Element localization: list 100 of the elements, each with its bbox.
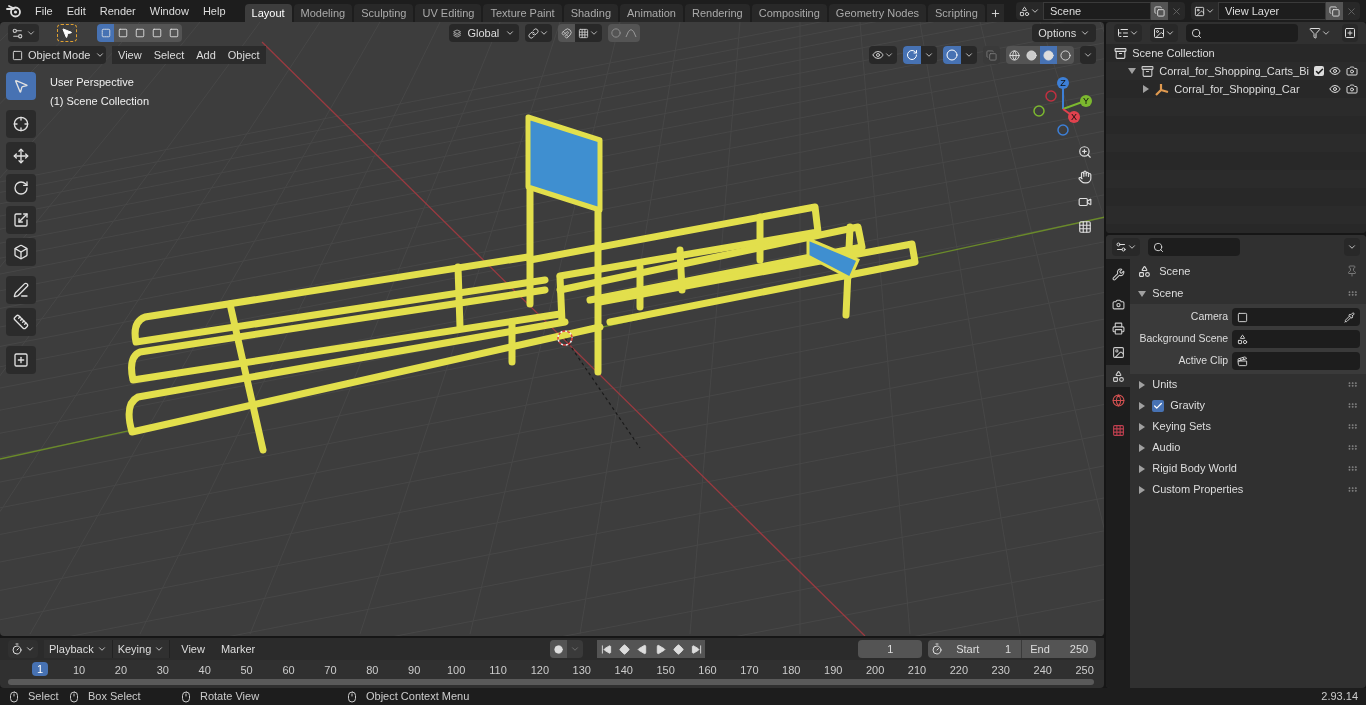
menu-item[interactable]: File [28, 2, 60, 20]
pin-icon[interactable] [1346, 265, 1358, 277]
search-field[interactable] [1148, 238, 1241, 256]
new-view-layer-button[interactable] [1326, 2, 1343, 20]
panel-header[interactable]: Rigid Body World [1152, 460, 1341, 477]
eyedropper-icon[interactable] [1344, 311, 1355, 323]
selection-mode-button[interactable] [165, 24, 182, 42]
mode-dropdown[interactable]: Object Mode [8, 46, 106, 64]
outliner-item[interactable]: Scene Collection [1132, 44, 1358, 62]
workspace-tab[interactable]: Texture Paint [483, 4, 562, 22]
shading-mode-button[interactable] [1057, 46, 1075, 64]
header-menu[interactable]: Add [190, 46, 222, 64]
select-tool-button[interactable] [6, 72, 36, 100]
exclude-checkbox[interactable] [1314, 66, 1324, 76]
selection-mode-button[interactable] [97, 24, 114, 42]
shading-mode-button[interactable] [1006, 46, 1024, 64]
previous-keyframe-icon[interactable] [618, 643, 630, 655]
scene-selector-dropdown[interactable] [1016, 2, 1043, 20]
search-field[interactable] [1186, 24, 1298, 42]
preview-range-toggle[interactable] [928, 640, 947, 658]
current-frame-field[interactable]: 1 [858, 640, 923, 658]
options-dropdown[interactable]: Options [1032, 24, 1097, 42]
drag-handle-icon[interactable] [1347, 379, 1358, 390]
overlays-toggle[interactable] [943, 46, 962, 64]
grid-view-icon[interactable] [1078, 220, 1093, 234]
rotate-tool-button[interactable] [6, 174, 36, 202]
editor-type-dropdown[interactable] [8, 640, 38, 658]
workspace-tab[interactable]: Sculpting [354, 4, 414, 22]
play-reverse-icon[interactable] [636, 643, 648, 655]
snap-toggle[interactable] [558, 24, 576, 42]
snap-target-dropdown[interactable] [575, 24, 603, 42]
render-icon[interactable] [1346, 65, 1358, 77]
pan-hand-icon[interactable] [1078, 170, 1093, 184]
transform-tool-button[interactable] [6, 238, 36, 266]
timeline-dropdown[interactable]: Playback [44, 640, 113, 658]
expand-arrow-icon[interactable] [1128, 67, 1137, 75]
data-field[interactable] [1232, 308, 1360, 326]
drag-handle-icon[interactable] [1347, 442, 1358, 453]
view-layer-name-field[interactable]: View Layer [1218, 2, 1326, 20]
workspace-tab[interactable]: Geometry Nodes [828, 4, 926, 22]
start-frame-field[interactable]: Start 1 [946, 640, 1023, 658]
menu-item[interactable]: Render [92, 2, 143, 20]
scene-name-field[interactable]: Scene [1043, 2, 1151, 20]
drag-handle-icon[interactable] [1347, 400, 1358, 411]
add-workspace-icon[interactable] [989, 7, 1001, 19]
cursor-tool-button[interactable] [6, 110, 36, 138]
header-menu[interactable]: View [112, 46, 148, 64]
pivot-dropdown[interactable] [525, 24, 553, 42]
shading-mode-button[interactable] [1040, 46, 1058, 64]
end-frame-field[interactable]: End 250 [1022, 640, 1097, 658]
playhead[interactable]: 1 [32, 662, 49, 676]
outliner-item[interactable]: Corral_for_Shopping_Carts_Bi [1159, 62, 1309, 80]
jump-start-icon[interactable] [600, 643, 612, 655]
workspace-tab[interactable]: Layout [244, 4, 292, 22]
expand-arrow-icon[interactable] [1142, 85, 1151, 93]
add-cube-tool-button[interactable] [6, 346, 36, 374]
panel-checkbox[interactable] [1152, 399, 1165, 412]
navigation-gizmo[interactable]: Z Y X [1030, 74, 1097, 140]
timeline-dropdown[interactable]: Keying [112, 640, 171, 658]
workspace-tab[interactable]: Modeling [293, 4, 353, 22]
new-collection-button[interactable] [1342, 24, 1358, 42]
view-layer-dropdown[interactable] [1150, 24, 1179, 42]
expand-arrow-icon[interactable] [1138, 422, 1147, 431]
expand-arrow-icon[interactable] [1138, 464, 1147, 473]
workspace-tab[interactable]: Scripting [928, 4, 985, 22]
scene-tab[interactable] [1106, 365, 1131, 387]
annotate-tool-button[interactable] [6, 276, 36, 304]
expand-arrow-icon[interactable] [1138, 401, 1147, 410]
gizmo-toggle[interactable] [903, 46, 922, 64]
visibility-icon[interactable] [1329, 83, 1341, 95]
workspace-tab[interactable]: UV Editing [415, 4, 482, 22]
shading-mode-button[interactable] [1023, 46, 1041, 64]
workspace-tab[interactable]: Rendering [684, 4, 750, 22]
header-menu[interactable]: Object [221, 46, 266, 64]
timeline-scrollbar[interactable] [8, 679, 1095, 685]
panel-header[interactable]: Audio [1152, 439, 1341, 456]
data-field[interactable] [1232, 330, 1360, 348]
scale-tool-button[interactable] [6, 206, 36, 234]
expand-arrow-icon[interactable] [1138, 289, 1147, 298]
data-field[interactable] [1232, 352, 1360, 370]
workspace-tab[interactable]: Animation [620, 4, 683, 22]
timeline-menu[interactable]: Marker [215, 640, 261, 658]
drag-handle-icon[interactable] [1347, 421, 1358, 432]
zoom-icon[interactable] [1078, 145, 1093, 159]
transform-orientation-dropdown[interactable]: Global [449, 24, 520, 42]
view-layer-selector-dropdown[interactable] [1191, 2, 1218, 20]
next-keyframe-icon[interactable] [672, 643, 684, 655]
active-tool-button[interactable] [57, 24, 77, 42]
panel-header[interactable]: Scene [1152, 285, 1341, 302]
panel-header[interactable]: Gravity [1170, 397, 1341, 414]
timeline-menu[interactable]: View [176, 640, 210, 658]
blender-logo-icon[interactable] [6, 4, 22, 18]
menu-item[interactable]: Edit [59, 2, 93, 20]
play-icon[interactable] [654, 643, 666, 655]
expand-arrow-icon[interactable] [1138, 443, 1147, 452]
auto-keying-toggle[interactable] [550, 640, 568, 658]
outliner-item[interactable]: Corral_for_Shopping_Car [1174, 80, 1324, 98]
render-icon[interactable] [1346, 83, 1358, 95]
menu-item[interactable]: Help [195, 2, 233, 20]
tool-settings-dropdown[interactable] [8, 24, 39, 42]
